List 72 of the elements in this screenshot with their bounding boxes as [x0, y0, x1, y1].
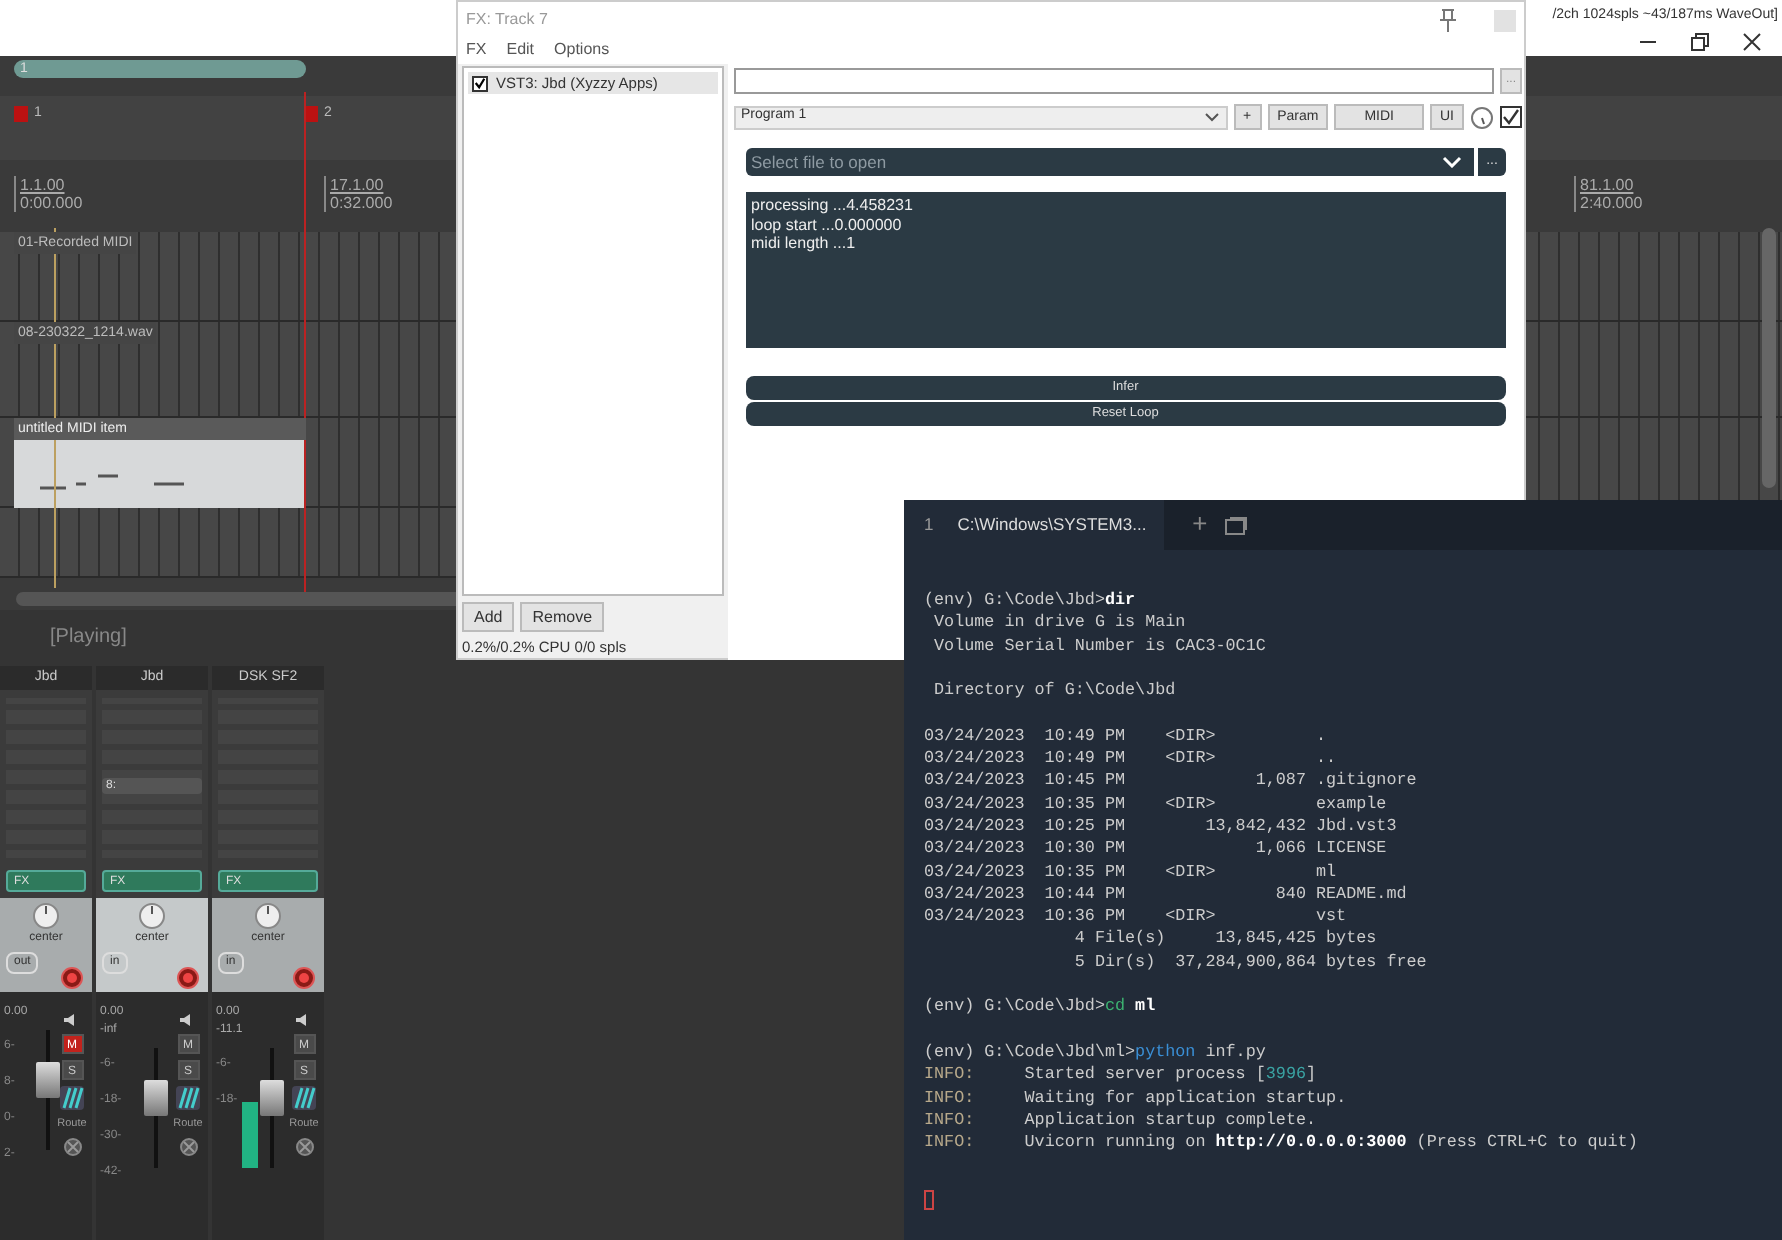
record-arm-icon[interactable]	[176, 966, 200, 990]
menu-item[interactable]: Edit	[506, 38, 535, 62]
log-line: processing ...4.458231	[751, 196, 915, 215]
terminal-line: 4 File(s) 13,845,425 bytes	[1072, 928, 1379, 952]
bypass-checkbox[interactable]	[1500, 106, 1522, 128]
restore-icon[interactable]	[1690, 31, 1710, 51]
terminal-line: 03/24/2023 10:36 PM <DIR> vst	[924, 906, 1349, 929]
ruler-time: 2:40.000	[1580, 194, 1643, 212]
pan-knob-icon[interactable]	[138, 902, 166, 930]
terminal-line: 03/24/2023 10:35 PM <DIR> ml	[924, 861, 1339, 884]
terminal-line: 03/24/2023 10:25 PM 13,842,432 Jbd.vst3	[924, 815, 1399, 839]
terminal-line: (env) G:\Code\Jbd>dir	[924, 590, 1138, 613]
pan-knob-icon[interactable]	[254, 902, 282, 930]
terminal-tab[interactable]: 1 C:\Windows\SYSTEM3...	[904, 500, 1164, 550]
tab-title: C:\Windows\SYSTEM3...	[957, 512, 1147, 538]
terminal-line: 03/24/2023 10:30 PM 1,066 LICENSE	[924, 838, 1389, 862]
pan-knob-icon[interactable]	[32, 902, 60, 930]
log-line: loop start ...0.000000	[751, 215, 904, 234]
list-button[interactable]: Add	[462, 601, 515, 632]
terminal-line: 03/24/2023 10:44 PM 840 README.md	[924, 883, 1409, 907]
menu-item[interactable]: FX	[466, 38, 487, 62]
fader-handle[interactable]	[143, 1079, 168, 1116]
terminal-line: 03/24/2023 10:49 PM <DIR> ..	[924, 748, 1339, 771]
check-icon	[1502, 108, 1520, 126]
marker-flag-icon[interactable]	[14, 106, 28, 123]
fader-handle[interactable]	[36, 1061, 61, 1098]
text-field[interactable]	[733, 68, 1494, 94]
phase-icon[interactable]	[179, 1138, 197, 1157]
phase-icon[interactable]	[63, 1138, 81, 1157]
placeholder-text: Select file to open	[751, 149, 887, 175]
terminal-line: INFO: Started server process [3996]	[924, 1064, 1319, 1088]
terminal-line: INFO: Waiting for application startup.	[924, 1087, 1349, 1110]
terminal-line: 03/24/2023 10:45 PM 1,087 .gitignore	[924, 770, 1419, 794]
route-icon[interactable]	[60, 1086, 84, 1110]
ruler-label: 81.1.00	[1580, 176, 1636, 194]
pin-icon[interactable]	[1438, 8, 1458, 32]
record-arm-icon[interactable]	[60, 966, 84, 990]
terminal-line: 03/24/2023 10:35 PM <DIR> example	[924, 793, 1389, 816]
terminal-line: (env) G:\Code\Jbd\ml>python inf.py	[924, 1041, 1268, 1065]
new-tab-button[interactable]: +	[1176, 512, 1224, 538]
check-icon	[474, 76, 486, 91]
chevron-down-icon	[1442, 156, 1462, 168]
list-button[interactable]: Remove	[520, 601, 605, 632]
terminal-line: Directory of G:\Code\Jbd	[932, 680, 1178, 703]
menu-item[interactable]: Options	[554, 38, 610, 62]
terminal-line: INFO: Uvicorn running on http://0.0.0.0:3000 (Press CTRL+C to quit)	[924, 1132, 1640, 1155]
wet-knob-icon[interactable]	[1470, 105, 1494, 129]
window-title: FX: Track 7	[466, 7, 548, 31]
windows-icon[interactable]	[1223, 515, 1248, 535]
chevron-down-icon	[1203, 112, 1219, 122]
tab-index: 1	[924, 512, 934, 538]
ruler-time: 0:00.000	[20, 194, 83, 212]
terminal-line: Volume in drive G is Main	[932, 612, 1188, 636]
ruler-time: 0:32.000	[330, 194, 393, 212]
route-icon[interactable]	[176, 1086, 200, 1110]
close-icon[interactable]	[1742, 31, 1762, 51]
fx-enable-checkbox[interactable]	[472, 75, 488, 92]
route-icon[interactable]	[292, 1086, 316, 1110]
file-dropdown[interactable]: Select file to open	[745, 148, 1474, 176]
phase-icon[interactable]	[295, 1138, 313, 1157]
ruler-label: 1.1.00	[20, 176, 67, 194]
terminal-line: 5 Dir(s) 37,284,900,864 bytes free	[1072, 951, 1429, 975]
record-arm-icon[interactable]	[292, 966, 316, 990]
log-line: midi length ...1	[751, 234, 858, 253]
terminal-line: 03/24/2023 10:49 PM <DIR> .	[924, 725, 1329, 749]
vertical-scrollbar[interactable]	[1762, 228, 1776, 488]
fader-handle[interactable]	[259, 1079, 284, 1116]
terminal-line: Volume Serial Number is CAC3-0C1C	[932, 635, 1268, 658]
terminal-line: INFO: Application startup complete.	[924, 1109, 1319, 1133]
ruler-label: 17.1.00	[330, 176, 386, 194]
transport-status: [Playing]	[50, 624, 127, 652]
terminal-line: (env) G:\Code\Jbd>cd ml	[924, 996, 1158, 1020]
